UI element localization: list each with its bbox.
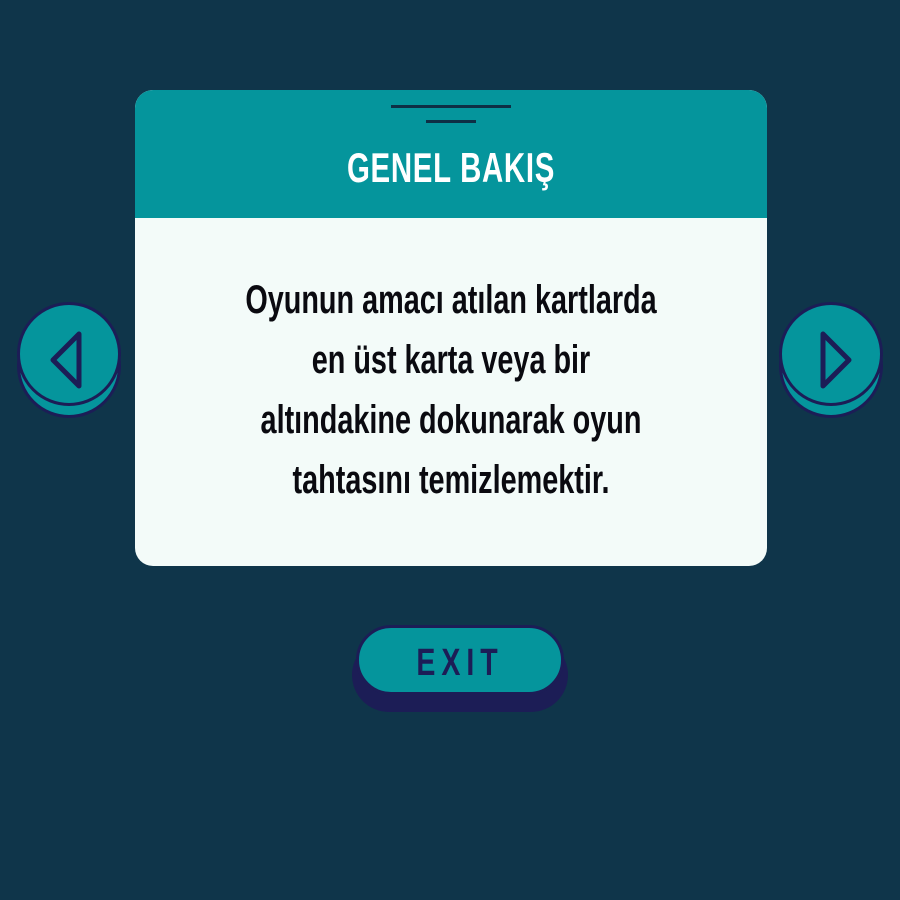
- description-line: en üst karta veya bir: [311, 338, 591, 382]
- triangle-right-icon: [820, 331, 852, 389]
- description-line: tahtasını temizlemektir.: [292, 458, 610, 502]
- exit-button-label: EXIT: [416, 642, 504, 684]
- previous-page-button[interactable]: [17, 302, 121, 418]
- panel-header: GENEL BAKIŞ: [135, 90, 767, 218]
- header-divider-line-short: [426, 120, 476, 123]
- panel-title: GENEL BAKIŞ: [346, 144, 556, 191]
- header-divider-line: [391, 105, 511, 108]
- exit-button[interactable]: EXIT: [352, 622, 568, 712]
- triangle-left-icon: [50, 331, 82, 389]
- panel-description: Oyunun amacı atılan kartlarda en üst kar…: [245, 270, 657, 510]
- description-line: Oyunun amacı atılan kartlarda: [245, 278, 657, 322]
- info-panel: GENEL BAKIŞ Oyunun amacı atılan kartlard…: [135, 90, 767, 566]
- description-line: altındakine dokunarak oyun: [260, 398, 642, 442]
- next-page-button[interactable]: [779, 302, 883, 418]
